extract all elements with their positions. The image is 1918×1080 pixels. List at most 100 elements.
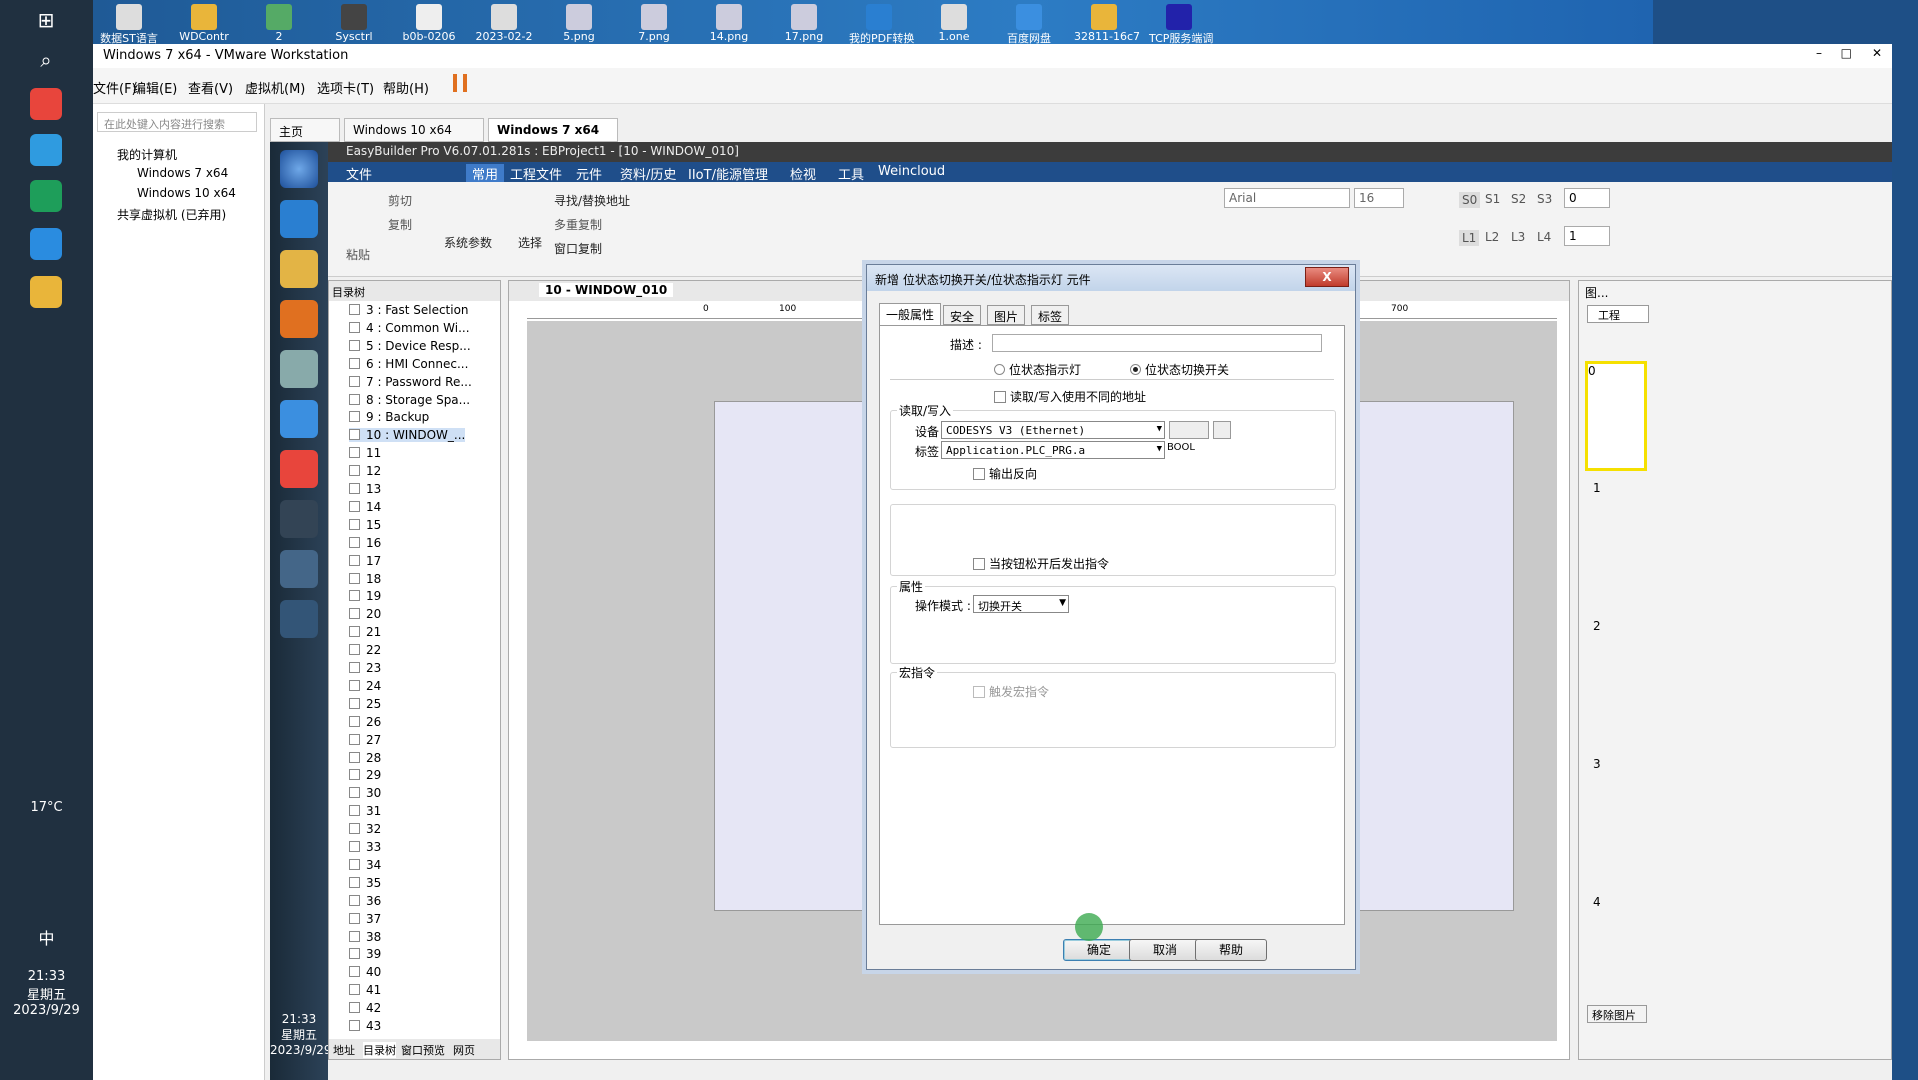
copy-button[interactable]: 复制: [388, 216, 412, 233]
state-s1[interactable]: S1: [1485, 192, 1500, 206]
tree-item[interactable]: 38: [349, 930, 381, 944]
menu-file[interactable]: 文件(F): [93, 78, 137, 97]
tree-item[interactable]: 25: [349, 697, 381, 711]
project-button[interactable]: 工程: [1587, 305, 1649, 323]
tree-item[interactable]: 33: [349, 840, 381, 854]
tree-item[interactable]: 27: [349, 733, 381, 747]
system-params-button[interactable]: 系统参数: [444, 234, 492, 251]
state-s3[interactable]: S3: [1537, 192, 1552, 206]
eb-menu-project[interactable]: 工程文件: [510, 164, 562, 183]
tree-item[interactable]: 17: [349, 554, 381, 568]
cut-button[interactable]: 剪切: [388, 192, 412, 209]
desktop-icon[interactable]: 数据ST语言: [99, 2, 159, 45]
tab-label[interactable]: 标签: [1031, 305, 1070, 325]
tree-item[interactable]: 11: [349, 446, 381, 460]
tree-item[interactable]: 9 : Backup: [349, 410, 429, 424]
window-copy-button[interactable]: 窗口复制: [554, 240, 602, 257]
library-search[interactable]: 在此处键入内容进行搜索: [97, 112, 257, 132]
desktop-icon[interactable]: 5.png: [549, 2, 609, 44]
tree-item[interactable]: 42: [349, 1001, 381, 1015]
ok-button[interactable]: 确定: [1063, 939, 1135, 961]
desc-input[interactable]: [992, 334, 1322, 352]
layer-l1[interactable]: L1: [1459, 230, 1480, 246]
help-button[interactable]: 帮助: [1195, 939, 1267, 961]
device-select[interactable]: CODESYS V3 (Ethernet) ▼: [941, 421, 1165, 439]
tag-select[interactable]: Application.PLC_PRG.a ▼: [941, 441, 1165, 459]
desktop-icon[interactable]: 百度网盘: [999, 2, 1059, 45]
find-replace-button[interactable]: 寻找/替换地址: [554, 192, 630, 209]
win7-start-icon[interactable]: [280, 150, 318, 188]
tab-home[interactable]: 主页: [270, 118, 340, 142]
release-checkbox[interactable]: [973, 558, 985, 570]
tree-item[interactable]: 16: [349, 536, 381, 550]
tree-item[interactable]: 35: [349, 876, 381, 890]
library-vm-win10[interactable]: Windows 10 x64: [137, 186, 236, 200]
tab-win10[interactable]: Windows 10 x64: [344, 118, 484, 142]
invert-option[interactable]: 输出反向: [973, 465, 1037, 482]
eb-menu-tools[interactable]: 工具: [838, 164, 864, 183]
tab-win7[interactable]: Windows 7 x64: [488, 118, 618, 142]
tree-item[interactable]: 14: [349, 500, 381, 514]
tree-item[interactable]: 22: [349, 643, 381, 657]
desktop-icon[interactable]: 我的PDF转换: [849, 2, 914, 45]
tree-item[interactable]: 21: [349, 625, 381, 639]
tree-item[interactable]: 40: [349, 965, 381, 979]
folder-icon[interactable]: [30, 276, 62, 308]
tree-item[interactable]: 24: [349, 679, 381, 693]
eb-menu-file[interactable]: 文件: [346, 164, 372, 183]
tree-item[interactable]: 7 : Password Re...: [349, 375, 472, 389]
desktop-icon[interactable]: 2: [249, 2, 309, 44]
tab-address[interactable]: 地址: [333, 1042, 355, 1058]
menu-edit[interactable]: 编辑(E): [133, 78, 177, 97]
select-button[interactable]: 选择: [518, 234, 542, 251]
device-extra-button[interactable]: [1213, 421, 1231, 439]
tree-item[interactable]: 34: [349, 858, 381, 872]
desktop-icon[interactable]: Sysctrl: [324, 2, 384, 44]
eb-menu-view[interactable]: 检视: [790, 164, 816, 183]
tree-item[interactable]: 31: [349, 804, 381, 818]
font-size-select[interactable]: 16: [1354, 188, 1404, 208]
eb-menu-data[interactable]: 资料/历史: [620, 164, 676, 183]
state-s0[interactable]: S0: [1459, 192, 1481, 208]
search-icon[interactable]: ⌕: [30, 44, 62, 76]
eb-menu-weincloud[interactable]: Weincloud: [878, 164, 945, 179]
page-thumb-0[interactable]: 0: [1585, 361, 1647, 471]
tree-item[interactable]: 18: [349, 572, 381, 586]
desktop-icon[interactable]: 1.one: [924, 2, 984, 44]
state-input[interactable]: 0: [1564, 188, 1610, 208]
eb-menu-object[interactable]: 元件: [576, 164, 602, 183]
tree-item[interactable]: 37: [349, 912, 381, 926]
tree-item[interactable]: 8 : Storage Spa...: [349, 393, 470, 407]
menu-tabs[interactable]: 选项卡(T): [317, 78, 374, 97]
dialog-close-button[interactable]: X: [1305, 267, 1349, 287]
diff-address-option[interactable]: 读取/写入使用不同的地址: [994, 388, 1146, 405]
tree-item[interactable]: 12: [349, 464, 381, 478]
state-s2[interactable]: S2: [1511, 192, 1526, 206]
chrome-icon[interactable]: [30, 88, 62, 120]
release-option[interactable]: 当按钮松开后发出指令: [973, 555, 1109, 572]
desktop-icon[interactable]: 17.png: [774, 2, 834, 44]
tab-preview[interactable]: 窗口预览: [401, 1042, 445, 1058]
radio-indicator-dot[interactable]: [994, 364, 1005, 375]
easybuilder-icon[interactable]: [280, 500, 318, 538]
paste-button[interactable]: 粘贴: [346, 246, 370, 263]
tree-item[interactable]: 19: [349, 589, 381, 603]
cloud-icon[interactable]: [280, 400, 318, 438]
library-vm-win7[interactable]: Windows 7 x64: [137, 166, 228, 180]
tree-item[interactable]: 15: [349, 518, 381, 532]
cancel-button[interactable]: 取消: [1129, 939, 1201, 961]
start-icon[interactable]: ⊞: [30, 4, 62, 36]
multi-copy-button[interactable]: 多重复制: [554, 216, 602, 233]
tab-web[interactable]: 网页: [453, 1042, 475, 1058]
radio-switch[interactable]: 位状态切换开关: [1130, 361, 1229, 378]
tree-item[interactable]: 6 : HMI Connec...: [349, 357, 468, 371]
desktop-icon[interactable]: b0b-0206: [399, 2, 459, 44]
layer-l4[interactable]: L4: [1537, 230, 1551, 244]
ie-icon[interactable]: [280, 200, 318, 238]
tree-item[interactable]: 26: [349, 715, 381, 729]
simulator-icon[interactable]: [280, 600, 318, 638]
tree-item[interactable]: 20: [349, 607, 381, 621]
menu-vm[interactable]: 虚拟机(M): [245, 78, 305, 97]
desktop-icon[interactable]: 14.png: [699, 2, 759, 44]
device-settings-button[interactable]: [1169, 421, 1209, 439]
